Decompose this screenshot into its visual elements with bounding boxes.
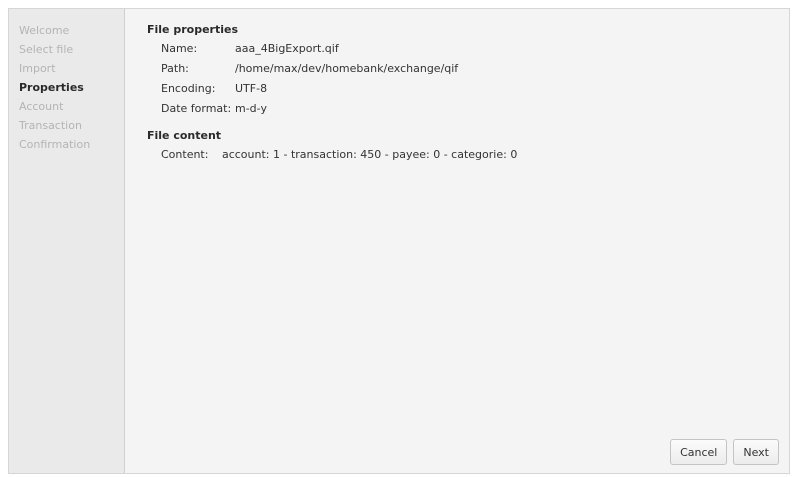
name-label: Name: [161, 42, 198, 55]
encoding-label: Encoding: [161, 82, 216, 95]
properties-panel: File properties Name: aaa_4BigExport.qif… [125, 9, 789, 473]
encoding-row: Encoding: UTF-8 [147, 79, 777, 99]
path-value: /home/max/dev/homebank/exchange/qif [235, 62, 459, 75]
path-row: Path: /home/max/dev/homebank/exchange/qi… [147, 59, 777, 79]
content-label: Content: [161, 148, 209, 161]
steps-sidebar: Welcome Select file Import Properties Ac… [9, 9, 125, 473]
step-properties: Properties [19, 81, 84, 94]
action-buttons: Cancel Next [670, 439, 779, 465]
step-import: Import [19, 62, 56, 75]
file-properties-heading: File properties [147, 23, 238, 36]
path-label: Path: [161, 62, 189, 75]
step-transaction: Transaction [19, 119, 82, 132]
date-format-label: Date format: [161, 102, 232, 115]
step-confirmation: Confirmation [19, 138, 91, 151]
encoding-value: UTF-8 [235, 82, 268, 95]
name-value: aaa_4BigExport.qif [235, 42, 339, 55]
date-format-row: Date format: m-d-y [147, 99, 777, 119]
content-value: account: 1 - transaction: 450 - payee: 0… [221, 148, 518, 161]
file-content-heading: File content [147, 129, 222, 142]
import-assistant-window: Welcome Select file Import Properties Ac… [8, 8, 790, 474]
cancel-button[interactable]: Cancel [670, 439, 728, 465]
date-format-value: m-d-y [235, 102, 267, 115]
content-row: Content: account: 1 - transaction: 450 -… [147, 145, 777, 165]
step-account: Account [19, 100, 64, 113]
step-welcome: Welcome [19, 24, 70, 37]
next-button[interactable]: Next [733, 439, 779, 465]
name-row: Name: aaa_4BigExport.qif [147, 39, 777, 59]
step-select-file: Select file [19, 43, 74, 56]
